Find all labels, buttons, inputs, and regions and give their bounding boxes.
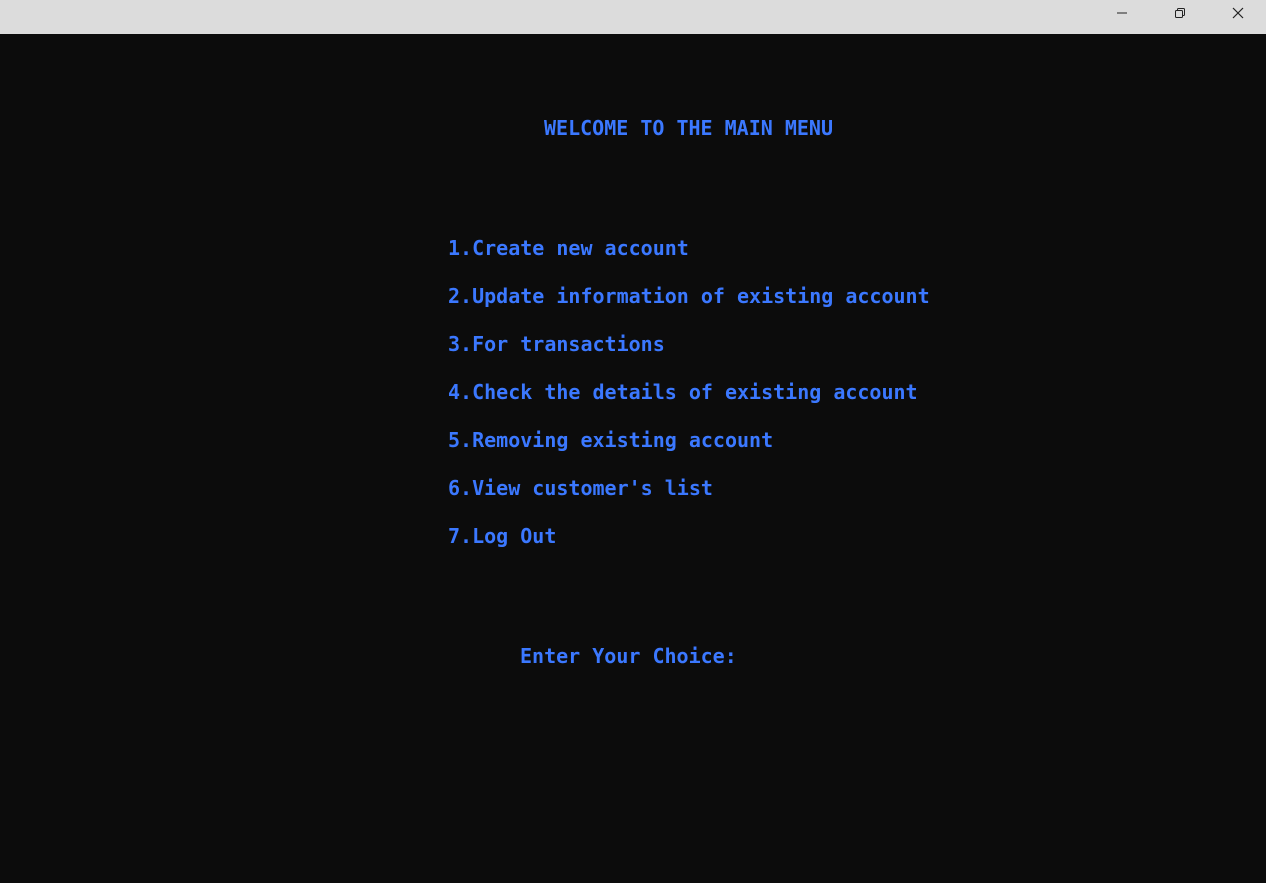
minimize-icon — [1116, 7, 1128, 19]
minimize-button[interactable] — [1093, 0, 1151, 26]
menu-item-remove-account: 5.Removing existing account — [448, 428, 774, 452]
menu-item-transactions: 3.For transactions — [448, 332, 665, 356]
menu-item-update-account: 2.Update information of existing account — [448, 284, 930, 308]
window-titlebar[interactable] — [0, 0, 1266, 34]
restore-icon — [1174, 7, 1186, 19]
close-button[interactable] — [1209, 0, 1266, 26]
restore-button[interactable] — [1151, 0, 1209, 26]
console-output[interactable]: WELCOME TO THE MAIN MENU 1.Create new ac… — [0, 34, 1266, 883]
menu-title: WELCOME TO THE MAIN MENU — [544, 116, 833, 140]
menu-item-view-customers: 6.View customer's list — [448, 476, 713, 500]
menu-item-create-account: 1.Create new account — [448, 236, 689, 260]
menu-item-check-details: 4.Check the details of existing account — [448, 380, 918, 404]
close-icon — [1232, 7, 1244, 19]
menu-item-log-out: 7.Log Out — [448, 524, 557, 548]
choice-prompt: Enter Your Choice: — [520, 644, 737, 668]
